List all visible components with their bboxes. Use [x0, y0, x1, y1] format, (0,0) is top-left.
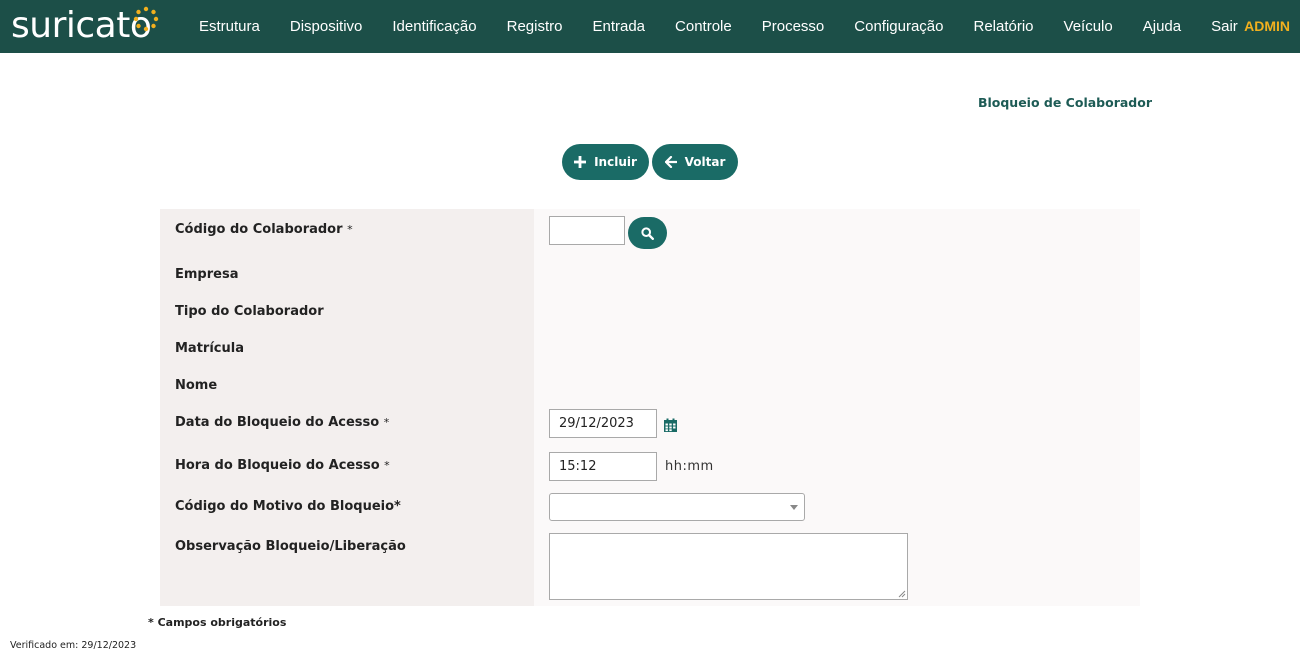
nav-item-estrutura[interactable]: Estrutura — [184, 18, 275, 35]
incluir-label: Incluir — [594, 155, 637, 169]
nav-item-registro[interactable]: Registro — [492, 18, 578, 35]
page-title: Bloqueio de Colaborador — [977, 95, 1152, 110]
data-bloqueio-label: Data do Bloqueio do Acesso * — [175, 415, 389, 430]
logo-text: suricato — [11, 5, 152, 46]
logo-dots-icon — [133, 6, 159, 32]
arrow-left-icon — [664, 156, 677, 168]
plus-icon — [574, 156, 587, 168]
nome-label: Nome — [175, 378, 218, 393]
data-bloqueio-input[interactable]: 29/12/2023 — [549, 409, 657, 438]
required-fields-note: * Campos obrigatórios — [148, 616, 287, 629]
voltar-label: Voltar — [684, 155, 726, 169]
search-button[interactable] — [628, 217, 667, 249]
hora-bloqueio-input[interactable]: 15:12 — [549, 452, 657, 481]
nav-item-entrada[interactable]: Entrada — [577, 18, 660, 35]
verified-date: Verificado em: 29/12/2023 — [10, 640, 137, 651]
motivo-bloqueio-select[interactable] — [549, 493, 805, 521]
empresa-label: Empresa — [175, 267, 239, 282]
nav-item-veiculo[interactable]: Veículo — [1049, 18, 1128, 35]
voltar-button[interactable]: Voltar — [652, 144, 738, 180]
matricula-label: Matrícula — [175, 341, 244, 356]
nav-item-ajuda[interactable]: Ajuda — [1128, 18, 1196, 35]
top-navbar: suricato Estrutura Dispositivo Identific… — [0, 0, 1300, 53]
required-mark: * — [347, 223, 353, 236]
nav-item-identificacao[interactable]: Identificação — [377, 18, 491, 35]
hora-bloqueio-label-text: Hora do Bloqueio do Acesso — [175, 458, 380, 473]
hora-bloqueio-label: Hora do Bloqueio do Acesso * — [175, 458, 390, 473]
observacao-label: Observação Bloqueio/Liberação — [175, 539, 406, 554]
codigo-colaborador-label-text: Código do Colaborador — [175, 222, 343, 237]
required-mark: * — [383, 416, 390, 429]
observacao-textarea[interactable] — [549, 533, 908, 600]
codigo-colaborador-label: Código do Colaborador * — [175, 222, 353, 237]
nav-item-configuracao[interactable]: Configuração — [839, 18, 958, 35]
calendar-icon[interactable] — [663, 418, 678, 433]
search-icon — [641, 226, 654, 240]
nav-item-controle[interactable]: Controle — [660, 18, 747, 35]
required-mark: * — [384, 459, 390, 472]
resize-grip-icon[interactable] — [898, 590, 906, 598]
motivo-bloqueio-label: Código do Motivo do Bloqueio* — [175, 499, 401, 514]
nav-item-processo[interactable]: Processo — [747, 18, 840, 35]
nav-item-dispositivo[interactable]: Dispositivo — [275, 18, 378, 35]
data-bloqueio-label-text: Data do Bloqueio do Acesso — [175, 415, 380, 430]
chevron-down-icon — [790, 505, 798, 510]
nav-item-relatorio[interactable]: Relatório — [959, 18, 1049, 35]
hora-format-hint: hh:mm — [665, 459, 714, 474]
codigo-colaborador-input[interactable] — [549, 216, 625, 245]
main-menu: Estrutura Dispositivo Identificação Regi… — [184, 0, 1253, 53]
logo[interactable]: suricato — [11, 4, 152, 48]
tipo-colaborador-label: Tipo do Colaborador — [175, 304, 324, 319]
incluir-button[interactable]: Incluir — [562, 144, 649, 180]
form-label-column: Código do Colaborador * Empresa Tipo do … — [160, 209, 534, 606]
user-name[interactable]: ADMIN — [1244, 18, 1290, 34]
